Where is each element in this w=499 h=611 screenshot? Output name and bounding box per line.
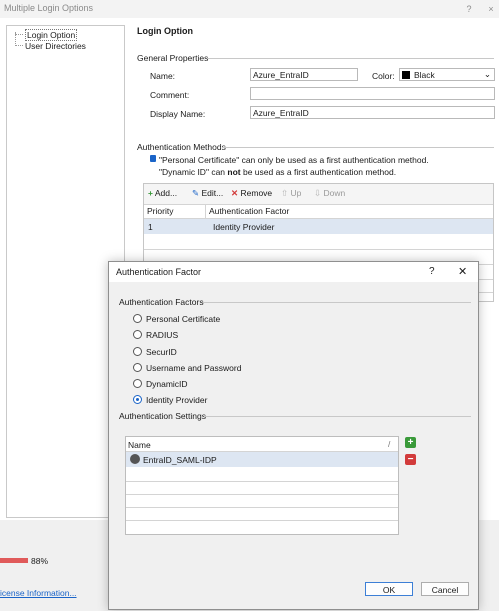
remove-method-button[interactable]: ✕ Remove bbox=[231, 186, 272, 200]
dialog-title-bar: Authentication Factor ? ✕ bbox=[109, 262, 478, 282]
factor-label: SecurID bbox=[146, 347, 177, 357]
tree-connector bbox=[15, 45, 23, 46]
settings-heading: Authentication Settings bbox=[119, 411, 206, 421]
settings-table-header: Name / bbox=[126, 437, 398, 452]
display-name-input[interactable]: Azure_EntraID bbox=[250, 106, 495, 119]
tree-item-login-option[interactable]: Login Option bbox=[25, 29, 78, 41]
row-priority: 1 bbox=[148, 222, 153, 232]
row-divider bbox=[126, 494, 398, 495]
factors-heading: Authentication Factors bbox=[119, 297, 204, 307]
factor-label: RADIUS bbox=[146, 330, 179, 340]
move-down-button[interactable]: ⇩ Down bbox=[314, 186, 345, 200]
note-text: "Dynamic ID" can bbox=[159, 167, 228, 177]
comment-label: Comment: bbox=[150, 90, 190, 100]
identity-provider-icon bbox=[130, 454, 140, 464]
close-button[interactable]: × bbox=[484, 2, 498, 16]
row-divider bbox=[144, 249, 493, 250]
auth-note-line-1: "Personal Certificate" can only be used … bbox=[159, 155, 429, 165]
arrow-down-icon: ⇩ bbox=[314, 188, 322, 198]
progress-fill bbox=[0, 558, 28, 563]
move-up-label: Up bbox=[290, 188, 302, 198]
display-name-label: Display Name: bbox=[150, 109, 206, 119]
row-divider bbox=[126, 520, 398, 521]
radio-button[interactable] bbox=[133, 314, 142, 323]
table-row[interactable]: EntraID_SAML-IDP bbox=[126, 452, 398, 467]
settings-row-name: EntraID_SAML-IDP bbox=[143, 455, 217, 465]
row-divider bbox=[126, 481, 398, 482]
ok-button[interactable]: OK bbox=[365, 582, 413, 596]
dialog-close-button[interactable]: ✕ bbox=[458, 265, 467, 278]
remove-method-label: Remove bbox=[240, 188, 273, 198]
general-properties-heading: General Properties bbox=[137, 53, 209, 63]
radio-button[interactable] bbox=[133, 330, 142, 339]
name-input[interactable]: Azure_EntraID bbox=[250, 68, 358, 81]
factor-label: Identity Provider bbox=[146, 395, 208, 405]
info-icon bbox=[150, 155, 156, 162]
section-divider bbox=[207, 58, 494, 59]
radio-button[interactable] bbox=[133, 379, 142, 388]
column-divider bbox=[205, 204, 206, 218]
comment-input[interactable] bbox=[250, 87, 495, 100]
main-title-bar: Multiple Login Options ? × bbox=[0, 0, 499, 18]
panel-title: Login Option bbox=[137, 26, 193, 36]
section-divider bbox=[203, 302, 471, 303]
color-swatch bbox=[402, 71, 410, 79]
pencil-icon: ✎ bbox=[192, 188, 200, 198]
note-text: be used as a first authentication method… bbox=[240, 167, 397, 177]
edit-method-label: Edit... bbox=[201, 188, 224, 198]
factor-label: DynamicID bbox=[146, 379, 188, 389]
row-divider bbox=[126, 507, 398, 508]
plus-icon: + bbox=[148, 188, 153, 198]
radio-button[interactable] bbox=[133, 347, 142, 356]
tree-connector bbox=[15, 34, 23, 35]
column-header-priority[interactable]: Priority bbox=[147, 206, 173, 216]
column-header-authentication-factor[interactable]: Authentication Factor bbox=[209, 206, 289, 216]
table-row[interactable]: 1 Identity Provider bbox=[144, 219, 493, 234]
dialog-help-button[interactable]: ? bbox=[429, 266, 435, 277]
help-button[interactable]: ? bbox=[462, 2, 476, 16]
chevron-down-icon: ⌄ bbox=[483, 69, 491, 79]
add-method-button[interactable]: + Add... bbox=[148, 186, 177, 200]
color-select[interactable]: Black ⌄ bbox=[399, 68, 495, 81]
color-label: Color: bbox=[372, 71, 395, 81]
edit-method-button[interactable]: ✎ Edit... bbox=[192, 186, 223, 200]
dialog-title: Authentication Factor bbox=[116, 267, 202, 277]
section-divider bbox=[222, 147, 494, 148]
x-icon: ✕ bbox=[231, 188, 239, 198]
table-header: Priority Authentication Factor bbox=[144, 204, 493, 219]
auth-note-line-2: "Dynamic ID" can not be used as a first … bbox=[159, 167, 396, 177]
arrow-up-icon: ⇧ bbox=[281, 188, 289, 198]
add-setting-button[interactable]: + bbox=[405, 437, 416, 448]
sort-indicator-icon: / bbox=[388, 439, 391, 449]
factor-label: Username and Password bbox=[146, 363, 242, 373]
cancel-button[interactable]: Cancel bbox=[421, 582, 469, 596]
note-emphasis: not bbox=[227, 167, 241, 177]
section-divider bbox=[204, 416, 471, 417]
main-window-title: Multiple Login Options bbox=[4, 3, 94, 13]
tree-item-user-directories[interactable]: User Directories bbox=[25, 41, 86, 51]
add-method-label: Add... bbox=[154, 188, 178, 198]
move-down-label: Down bbox=[323, 188, 346, 198]
settings-table: Name / EntraID_SAML-IDP bbox=[125, 436, 399, 535]
factor-label: Personal Certificate bbox=[146, 314, 221, 324]
radio-button[interactable] bbox=[133, 363, 142, 372]
color-select-value: Black bbox=[414, 70, 435, 80]
column-header-name[interactable]: Name bbox=[128, 440, 151, 450]
license-information-link[interactable]: icense Information... bbox=[0, 588, 77, 598]
radio-button-selected[interactable] bbox=[133, 395, 142, 404]
name-label: Name: bbox=[150, 71, 176, 81]
authentication-methods-heading: Authentication Methods bbox=[137, 142, 226, 152]
row-factor: Identity Provider bbox=[213, 222, 275, 232]
progress-percent: 88% bbox=[31, 556, 49, 566]
move-up-button[interactable]: ⇧ Up bbox=[281, 186, 301, 200]
authentication-factor-dialog: Authentication Factor ? ✕ Authentication… bbox=[108, 261, 479, 610]
remove-setting-button[interactable]: − bbox=[405, 454, 416, 465]
